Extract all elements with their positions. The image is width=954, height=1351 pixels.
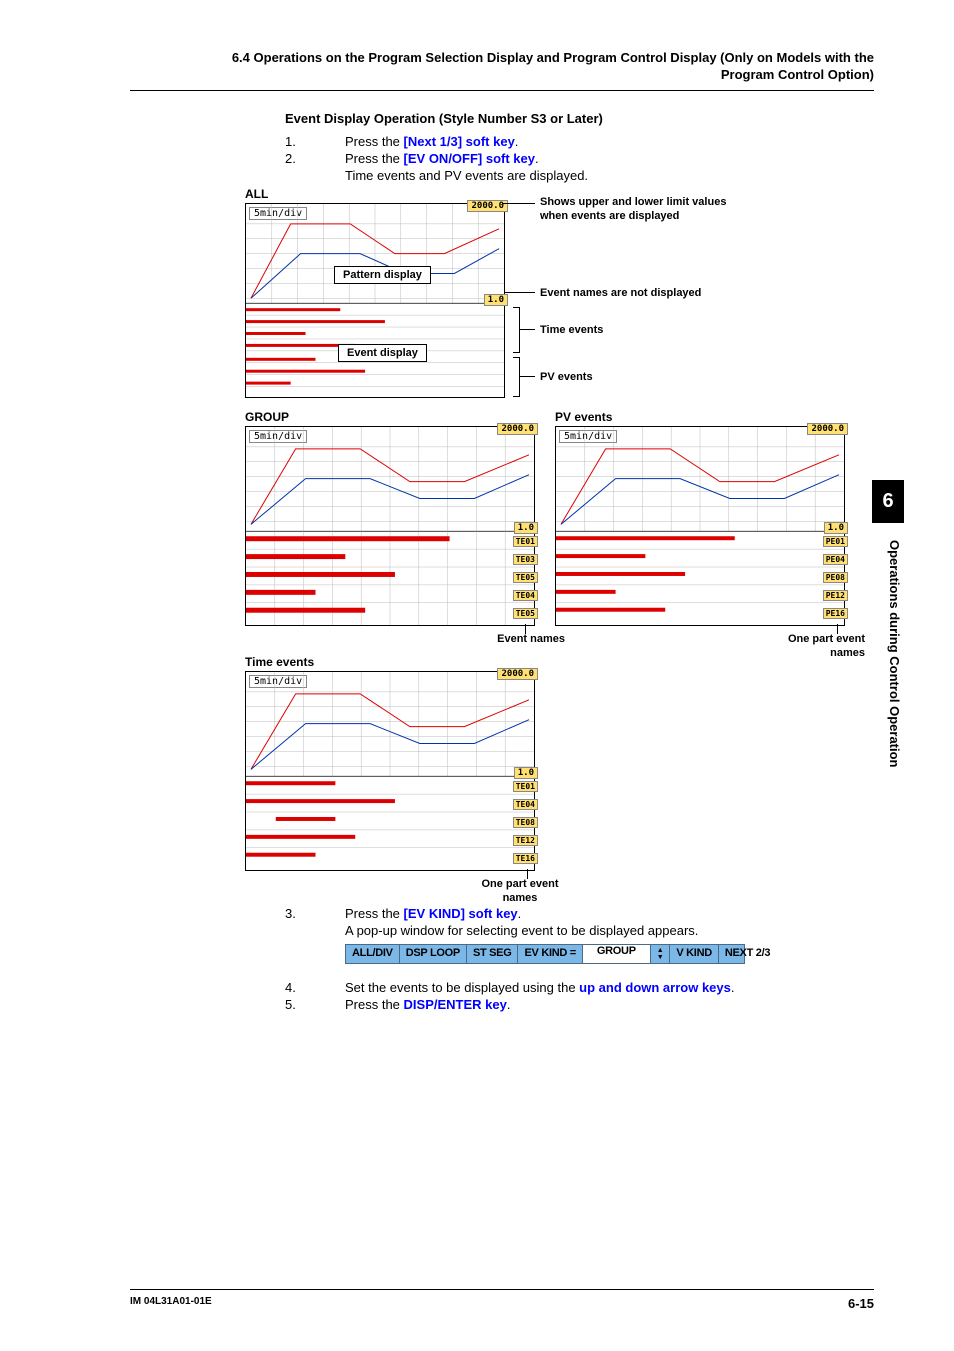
time-footer: One part event names [475, 877, 565, 906]
step-5: 5. Press the DISP/ENTER key. [285, 997, 874, 1012]
chart-pv: 5min/div 2000.0 1.0 PE01 PE04 PE08 [555, 426, 845, 626]
spinner-icon[interactable]: ▲▼ [651, 945, 671, 963]
event-display-label: Event display [338, 344, 427, 362]
key-ref: DISP/ENTER key [404, 997, 507, 1012]
annot-time-events: Time events [540, 323, 603, 337]
chart-all: 5min/div 2000.0 1 [245, 203, 505, 398]
chart-time: 5min/div 2000.0 1.0 TE01 TE04 TE08 [245, 671, 535, 871]
annot-no-names: Event names are not displayed [540, 286, 701, 300]
key-ref: up and down arrow keys [579, 980, 731, 995]
group-footer: Event names [475, 632, 565, 646]
softkey-value[interactable]: GROUP [583, 945, 651, 963]
fig-pv-label: PV events [555, 410, 612, 424]
softkey-bar: ALL/DIV DSP LOOP ST SEG EV KIND = GROUP … [345, 944, 745, 964]
section-header: 6.4 Operations on the Program Selection … [130, 50, 874, 91]
step2-note: Time events and PV events are displayed. [345, 168, 874, 183]
page-footer: IM 04L31A01-01E 6-15 [130, 1289, 874, 1311]
step-1: 1. Press the [Next 1/3] soft key. [285, 134, 874, 149]
annot-limits: Shows upper and lower limit values when … [540, 195, 750, 224]
softkey-alldiv[interactable]: ALL/DIV [346, 945, 400, 963]
fig-time-label: Time events [245, 655, 314, 669]
step3-note: A pop-up window for selecting event to b… [345, 923, 874, 938]
annot-pv-events: PV events [540, 370, 593, 384]
softkey-stseg[interactable]: ST SEG [467, 945, 519, 963]
fig-all-label: ALL [245, 187, 268, 201]
page-number: 6-15 [848, 1296, 874, 1311]
pattern-display-label: Pattern display [334, 266, 431, 284]
key-ref: [EV ON/OFF] soft key [404, 151, 535, 166]
softkey-evkind[interactable]: EV KIND = [518, 945, 582, 963]
softkey-vkind[interactable]: V KIND [670, 945, 718, 963]
softkey-next[interactable]: NEXT 2/3 [719, 945, 776, 963]
softkey-dsploop[interactable]: DSP LOOP [400, 945, 467, 963]
doc-number: IM 04L31A01-01E [130, 1296, 212, 1311]
header-line2: Program Control Option) [130, 67, 874, 84]
step-3: 3. Press the [EV KIND] soft key. [285, 906, 874, 921]
chapter-title-vertical: Operations during Control Operation [887, 540, 902, 768]
key-ref: [Next 1/3] soft key [404, 134, 515, 149]
fig-group-label: GROUP [245, 410, 289, 424]
header-line1: 6.4 Operations on the Program Selection … [130, 50, 874, 67]
step-2: 2. Press the [EV ON/OFF] soft key. [285, 151, 874, 166]
subsection-title: Event Display Operation (Style Number S3… [285, 111, 874, 126]
key-ref: [EV KIND] soft key [404, 906, 518, 921]
chapter-tab: 6 [872, 480, 904, 523]
step-4: 4. Set the events to be displayed using … [285, 980, 874, 995]
chart-group: 5min/div 2000.0 1.0 TE01 TE03 [245, 426, 535, 626]
